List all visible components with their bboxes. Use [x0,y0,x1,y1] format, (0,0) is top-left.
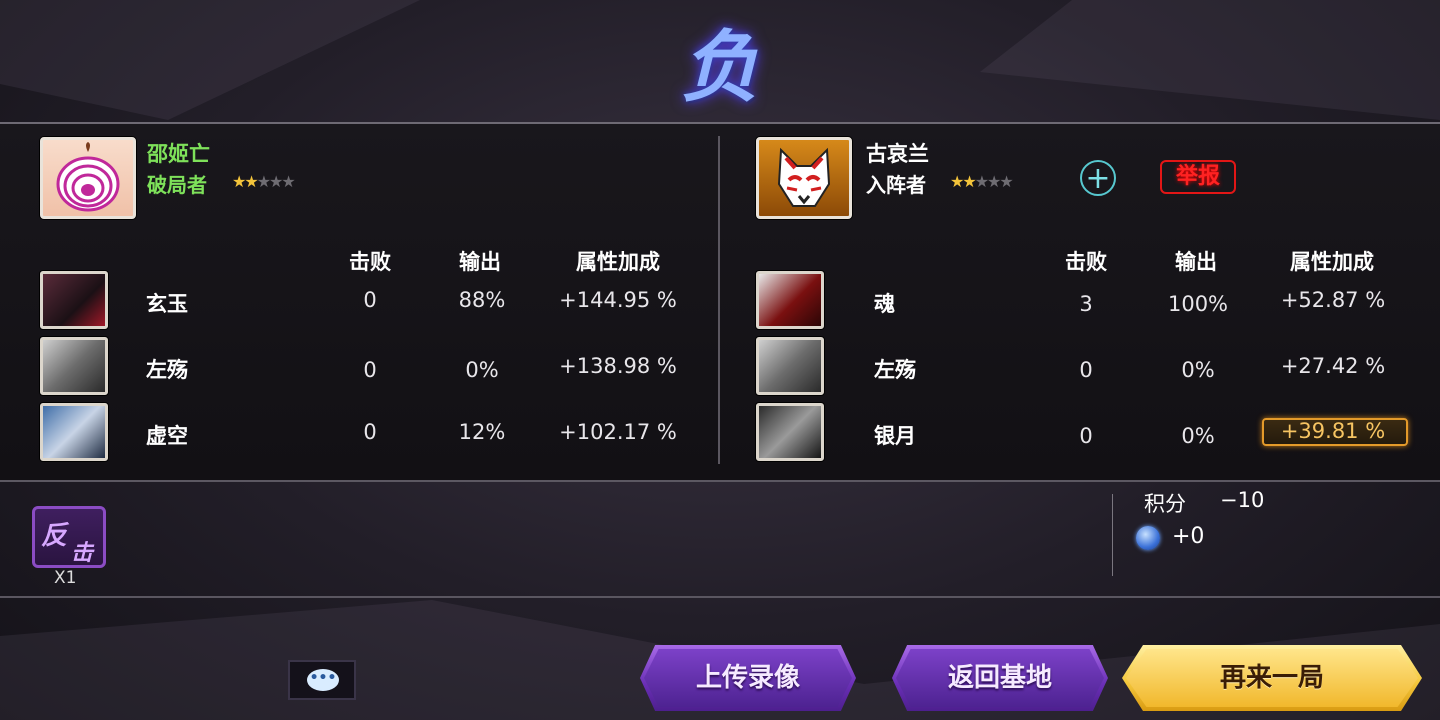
score-value: −10 [1220,488,1265,512]
counterattack-char: 反 [41,521,68,551]
hero-output: 0% [1181,424,1215,448]
hero-name: 左殇 [146,358,188,382]
hero-attribute-bonus: +27.42 % [1280,354,1386,378]
section-divider [0,596,1440,598]
hero-output: 12% [458,420,506,444]
hero-name: 左殇 [874,358,916,382]
left-output-header: 输出 [459,250,501,274]
hero-output: 88% [458,288,506,312]
upload-replay-label: 上传录像 [695,663,800,693]
chat-bubble-icon: ••• [307,669,339,691]
hero-portrait-hun[interactable] [756,271,824,329]
right-player-name: 古哀兰 [866,142,929,166]
hero-defeat-count: 3 [1079,292,1093,316]
onion-avatar[interactable] [40,137,136,219]
fox-mask-icon [777,147,831,207]
hero-attribute-bonus: +52.87 % [1280,288,1386,312]
hero-defeat-count: 0 [363,288,377,312]
return-base-button[interactable]: 返回基地 [892,645,1108,711]
hero-attribute-bonus: +39.81 % [1280,419,1386,443]
add-friend-button[interactable]: + [1080,160,1116,196]
score-divider [1112,494,1113,576]
hero-name: 虚空 [146,424,188,448]
left-bonus-header: 属性加成 [576,250,660,274]
left-player-name: 邵姬亡 [147,142,210,166]
hero-name: 银月 [874,424,916,448]
right-player-role: 入阵者 [866,173,926,197]
right-bonus-header: 属性加成 [1290,250,1374,274]
hero-portrait-zuoshang[interactable] [756,337,824,395]
counterattack-badge[interactable]: 反 击 [32,506,106,568]
right-defeat-header: 击败 [1065,250,1107,274]
gem-value: +0 [1172,524,1205,549]
play-again-label: 再来一局 [1219,663,1324,693]
star-filled-icon: ★★ [950,172,977,191]
return-base-label: 返回基地 [947,663,1052,693]
onion-icon [56,142,120,212]
hero-defeat-count: 0 [1079,358,1093,382]
star-empty-icon: ★★★ [256,172,296,191]
right-player-rank-stars: ★★★★★ [950,172,1014,191]
background-shard [980,0,1440,120]
upload-replay-button[interactable]: 上传录像 [640,645,856,711]
report-button[interactable]: 举报 [1160,160,1236,194]
hero-defeat-count: 0 [363,358,377,382]
hero-defeat-count: 0 [363,420,377,444]
star-filled-icon: ★★ [232,172,259,191]
left-player-role: 破局者 [147,173,207,197]
chat-button[interactable]: ••• [288,660,356,700]
counterattack-count: X1 [54,568,77,588]
hero-portrait-xukong[interactable] [40,403,108,461]
hero-attribute-bonus: +138.98 % [559,354,677,378]
background-shard [0,0,420,120]
hero-portrait-zuoshang[interactable] [40,337,108,395]
left-defeat-header: 击败 [349,250,391,274]
play-again-button[interactable]: 再来一局 [1122,645,1422,711]
hero-output: 0% [465,358,499,382]
score-label: 积分 [1144,492,1186,516]
hero-output: 0% [1181,358,1215,382]
hero-name: 魂 [874,292,895,316]
counterattack-char: 击 [71,540,94,566]
hero-portrait-yinyue[interactable] [756,403,824,461]
team-divider [718,136,720,464]
hero-attribute-bonus: +102.17 % [559,420,677,444]
hero-attribute-bonus: +144.95 % [559,288,677,312]
defeat-result-title: 负 [680,22,759,113]
left-player-rank-stars: ★★★★★ [232,172,296,191]
right-output-header: 输出 [1175,250,1217,274]
fox-mask-avatar[interactable] [756,137,852,219]
star-empty-icon: ★★★ [974,172,1014,191]
hero-name: 玄玉 [146,292,188,316]
hero-defeat-count: 0 [1079,424,1093,448]
hero-portrait-xuanyu[interactable] [40,271,108,329]
plus-icon: + [1085,161,1111,196]
hero-output: 100% [1167,292,1229,316]
shield-gem-icon [1136,526,1160,550]
